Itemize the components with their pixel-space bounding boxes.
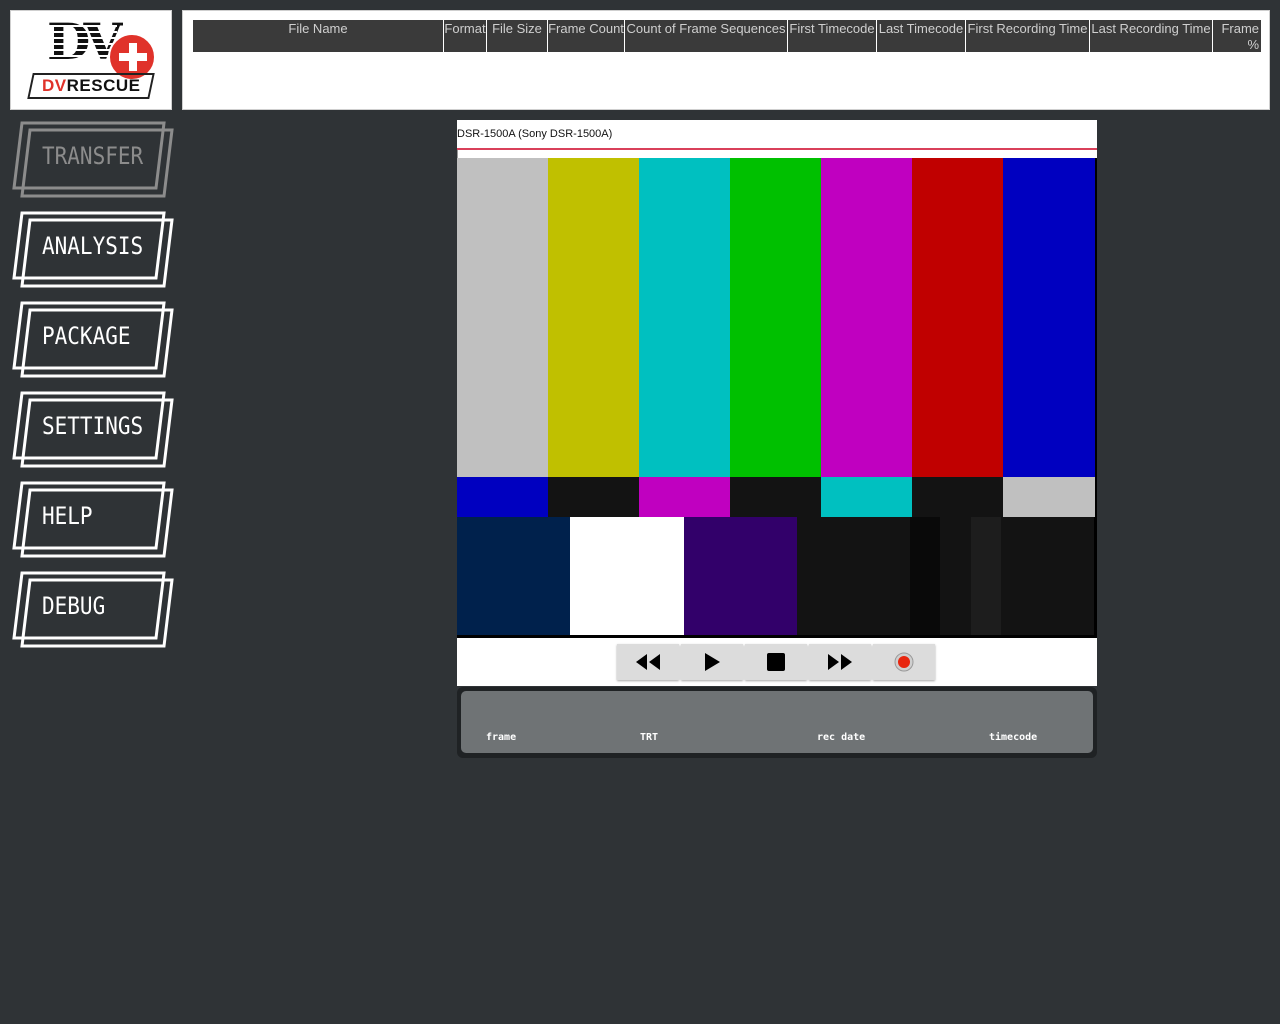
play-button[interactable] <box>681 644 743 680</box>
color-bar-bottom <box>570 517 684 635</box>
nav-settings-label: SETTINGS <box>42 412 144 440</box>
record-icon <box>894 652 914 672</box>
pluge-bar <box>910 517 941 635</box>
status-panel: frame TRT rec date timecode <box>457 687 1097 758</box>
pluge-bar <box>940 517 971 635</box>
column-header-first-recording-time[interactable]: First Recording Time <box>966 20 1090 52</box>
color-bar-mid <box>457 477 549 517</box>
column-header-frame-sequences[interactable]: Count of Frame Sequences <box>625 20 788 52</box>
play-icon <box>705 653 720 671</box>
transport-controls <box>457 638 1097 686</box>
color-bar-top <box>457 158 549 477</box>
app-logo: DV DVRESCUE <box>10 10 172 110</box>
column-header-last-timecode[interactable]: Last Timecode <box>877 20 966 52</box>
nav-package-button[interactable]: PACKAGE <box>10 300 174 378</box>
timecode-label: timecode <box>989 732 1038 743</box>
nav-transfer-label: TRANSFER <box>42 142 144 170</box>
file-table-header: File Name Format File Size Frame Count C… <box>193 20 1261 52</box>
color-bar-top <box>912 158 1004 477</box>
rewind-button[interactable] <box>617 644 679 680</box>
color-bar-top <box>821 158 913 477</box>
stop-icon <box>767 653 785 671</box>
color-bar-top <box>730 158 822 477</box>
column-header-file-name[interactable]: File Name <box>193 20 444 52</box>
column-header-last-recording-time[interactable]: Last Recording Time <box>1090 20 1213 52</box>
column-header-frame-count[interactable]: Frame Count <box>548 20 625 52</box>
stop-button[interactable] <box>745 644 807 680</box>
color-bar-mid <box>730 477 822 517</box>
logo-wordmark: DVRESCUE <box>27 73 155 99</box>
color-bar-mid <box>912 477 1004 517</box>
device-divider <box>457 148 1097 150</box>
nav-help-button[interactable]: HELP <box>10 480 174 558</box>
logo-word-rescue: RESCUE <box>66 76 141 95</box>
fast-forward-button[interactable] <box>809 644 871 680</box>
fast-forward-icon <box>828 654 852 670</box>
rec-date-label: rec date <box>817 732 866 743</box>
color-bar-mid <box>548 477 640 517</box>
trt-label: TRT <box>640 732 659 743</box>
color-bar-bottom <box>457 517 571 635</box>
color-bar-mid <box>639 477 731 517</box>
pluge-bar <box>970 517 1001 635</box>
file-table-panel: File Name Format File Size Frame Count C… <box>182 10 1270 110</box>
device-selector[interactable]: DSR-1500A (Sony DSR-1500A) <box>457 120 1097 158</box>
record-button[interactable] <box>873 644 935 680</box>
logo-stripes <box>47 21 117 71</box>
status-display: frame TRT rec date timecode <box>461 691 1093 753</box>
column-header-first-timecode[interactable]: First Timecode <box>788 20 877 52</box>
nav-debug-button[interactable]: DEBUG <box>10 570 174 648</box>
video-preview <box>457 158 1097 638</box>
device-name: DSR-1500A (Sony DSR-1500A) <box>457 128 613 140</box>
nav-settings-button[interactable]: SETTINGS <box>10 390 174 468</box>
nav-analysis-label: ANALYSIS <box>42 232 144 260</box>
column-header-format[interactable]: Format <box>444 20 487 52</box>
color-bar-top <box>1003 158 1095 477</box>
frame-label: frame <box>486 732 517 743</box>
nav-transfer-button[interactable]: TRANSFER <box>10 120 174 198</box>
nav-package-label: PACKAGE <box>42 322 131 350</box>
color-bar-top <box>548 158 640 477</box>
color-bar-bottom <box>683 517 798 635</box>
column-header-frame-percent[interactable]: Frame % <box>1213 20 1261 52</box>
nav-debug-label: DEBUG <box>42 592 106 620</box>
color-bar-top <box>639 158 731 477</box>
logo-word-dv: DV <box>41 76 67 95</box>
column-header-file-size[interactable]: File Size <box>487 20 548 52</box>
nav-analysis-button[interactable]: ANALYSIS <box>10 210 174 288</box>
color-bar-bottom <box>1003 517 1094 635</box>
nav-help-label: HELP <box>42 502 93 530</box>
color-bar-mid <box>821 477 913 517</box>
color-bar-mid <box>1003 477 1095 517</box>
rewind-icon <box>636 654 660 670</box>
divider-tick <box>457 150 458 158</box>
